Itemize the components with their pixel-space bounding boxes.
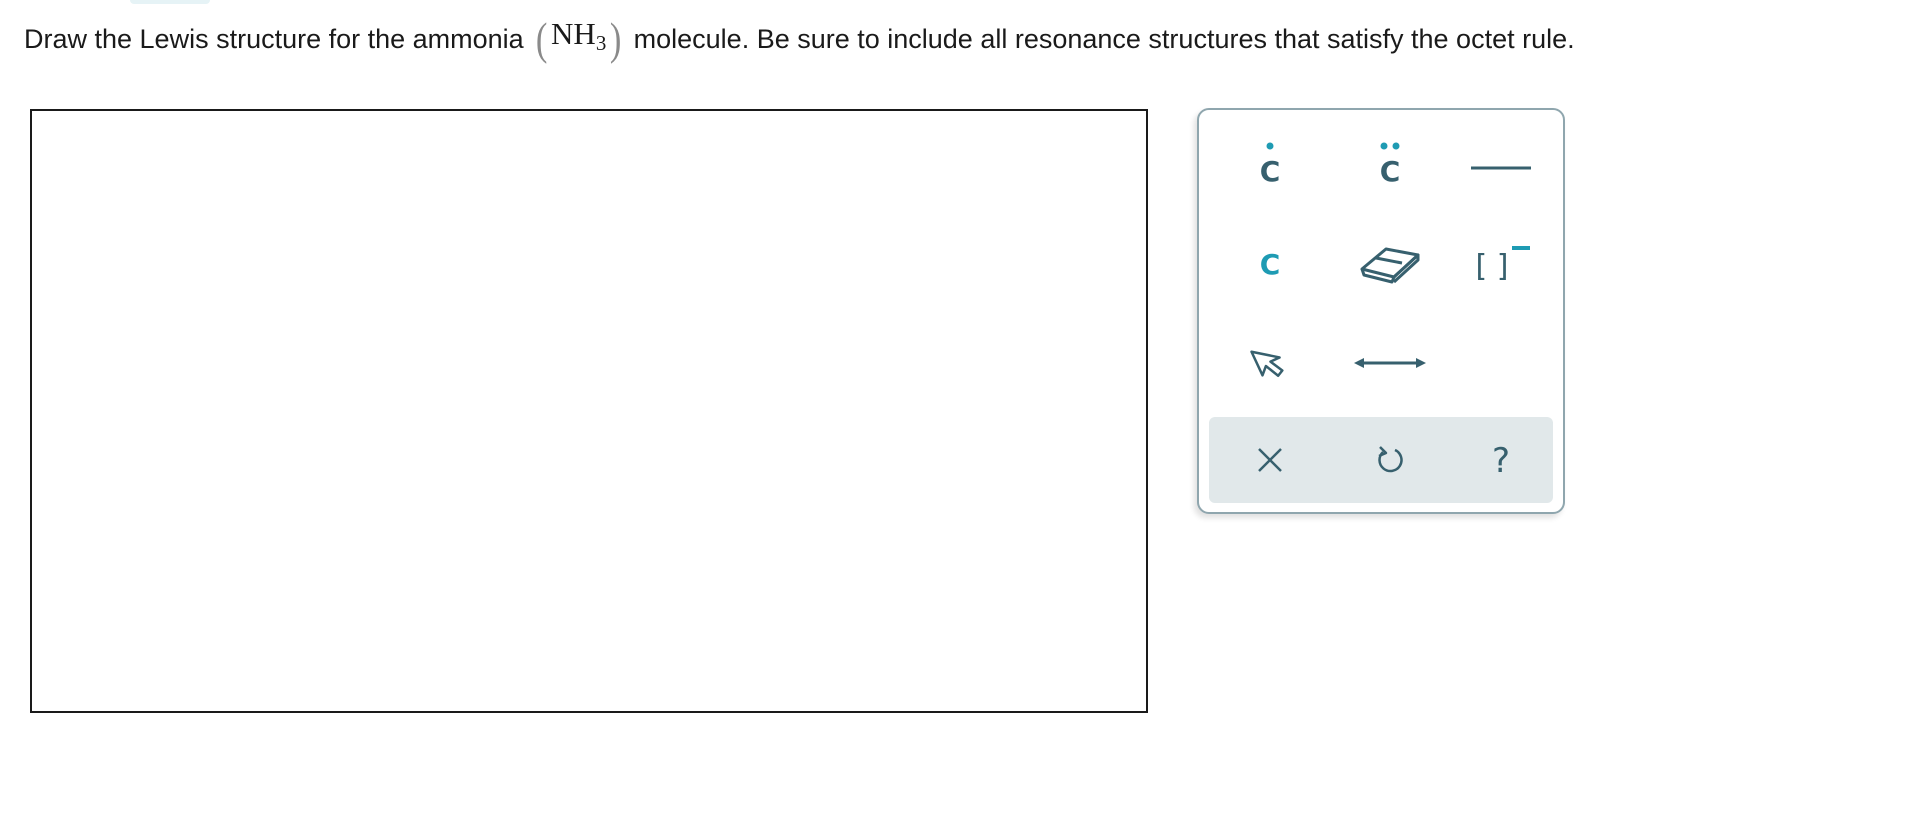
chemical-formula: ( NH3 ): [534, 12, 624, 65]
lone-pair-atom-tool[interactable]: C: [1350, 129, 1430, 199]
question-prefix: Draw the Lewis structure for the ammonia: [24, 23, 524, 54]
eraser-tool[interactable]: [1350, 228, 1430, 298]
bracket-charge-icon: [ ]: [1476, 246, 1530, 284]
single-bond-tool[interactable]: [1461, 129, 1541, 199]
formula-subscript: 3: [595, 31, 607, 55]
charge-bracket-tool[interactable]: [ ]: [1461, 228, 1541, 298]
svg-text:C: C: [1260, 155, 1281, 188]
double-arrow-icon: [1354, 358, 1426, 368]
question-suffix: molecule. Be sure to include all resonan…: [633, 23, 1575, 54]
atom-tool[interactable]: C: [1230, 228, 1310, 298]
undo-button[interactable]: [1350, 425, 1430, 495]
close-icon: [1258, 448, 1282, 472]
resonance-arrow-tool[interactable]: [1350, 328, 1430, 398]
help-icon: ?: [1492, 441, 1510, 480]
select-tool[interactable]: [1230, 328, 1310, 398]
eraser-icon: [1360, 247, 1420, 284]
drawing-canvas[interactable]: [30, 109, 1148, 713]
lone-pair-atom-icon: C: [1380, 142, 1401, 188]
question-text: Draw the Lewis structure for the ammonia…: [24, 12, 1575, 65]
help-button[interactable]: ?: [1461, 425, 1541, 495]
svg-text:C: C: [1380, 155, 1401, 188]
top-accent-tab: [130, 0, 210, 4]
formula-nh3: NH3: [549, 12, 608, 65]
svg-text:C: C: [1260, 248, 1281, 281]
clear-button[interactable]: [1230, 425, 1310, 495]
formula-paren-close: ): [610, 12, 622, 64]
svg-text:[ ]: [ ]: [1476, 249, 1509, 284]
svg-text:?: ?: [1492, 441, 1510, 480]
tool-palette: C C C [ ] ?: [1197, 108, 1565, 514]
radical-atom-tool[interactable]: C: [1230, 129, 1310, 199]
formula-paren-open: (: [535, 12, 548, 64]
single-dot-atom-icon: C: [1260, 142, 1281, 188]
bond-line-icon: [1471, 166, 1531, 170]
undo-icon: [1378, 446, 1403, 473]
atom-icon: C: [1260, 248, 1281, 281]
formula-main: NH: [551, 16, 596, 51]
cursor-icon: [1250, 350, 1284, 377]
